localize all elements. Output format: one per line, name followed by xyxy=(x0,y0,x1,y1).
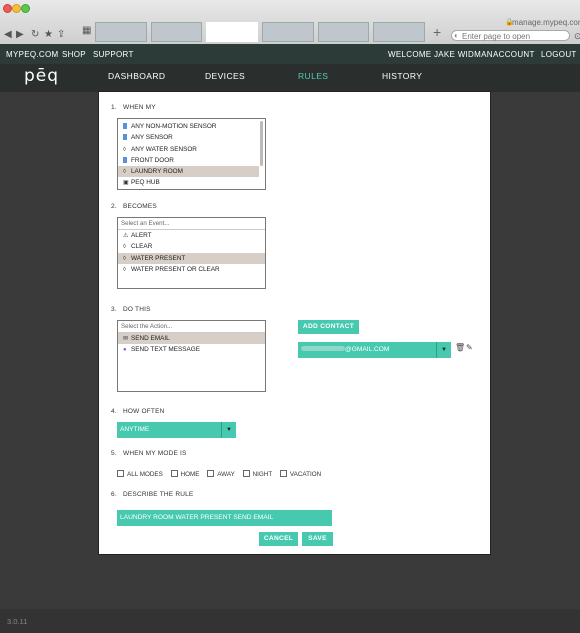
chat-icon: ● xyxy=(123,347,127,354)
tab-thumbnail[interactable] xyxy=(150,22,203,42)
mode-away-checkbox[interactable]: AWAY xyxy=(207,470,235,478)
nav-devices[interactable]: DEVICES xyxy=(205,71,245,81)
step-describe: 6. DESCRIBE THE RULE xyxy=(111,491,194,498)
save-button[interactable]: SAVE xyxy=(302,532,333,546)
grid-icon[interactable]: ▦ xyxy=(82,26,91,36)
chevron-down-icon[interactable]: ▼ xyxy=(221,422,236,438)
welcome-text: WELCOME JAKE WIDMAN xyxy=(388,50,493,59)
tab-thumbnail-active[interactable] xyxy=(206,22,259,42)
link-shop[interactable]: SHOP xyxy=(62,50,86,59)
action-list-header: Select the Action... xyxy=(118,321,265,333)
url-input[interactable]: Enter page to open xyxy=(451,30,570,41)
tab-thumbnails xyxy=(95,22,426,42)
event-list-header: Select an Event... xyxy=(118,218,265,230)
event-listbox[interactable]: Select an Event... ⚠ ALERT ◊ CLEAR ◊ WATER … xyxy=(117,217,266,289)
rule-description-input[interactable]: LAUNDRY ROOM WATER PRESENT SEND EMAIL xyxy=(117,510,332,526)
step-mode: 5. WHEN MY MODE IS xyxy=(111,450,187,457)
new-tab-icon[interactable]: + xyxy=(433,24,441,40)
minimize-window-button[interactable] xyxy=(12,4,21,13)
link-mypeq[interactable]: MYPEQ.COM xyxy=(6,50,58,59)
nav-dashboard[interactable]: DASHBOARD xyxy=(108,71,165,81)
step-do-this: 3. DO THIS xyxy=(111,306,151,313)
step-how-often: 4. HOW OFTEN xyxy=(111,408,165,415)
tab-thumbnail[interactable] xyxy=(373,22,426,42)
bookmark-star-icon[interactable]: ★ xyxy=(44,30,53,40)
rule-editor-panel: 1. WHEN MY ANY NON-MOTION SENSOR ANY SENS… xyxy=(99,92,490,554)
zoom-window-button[interactable] xyxy=(21,4,30,13)
step-when-my: 1. WHEN MY xyxy=(111,104,156,111)
frequency-select[interactable]: ANYTIME ▼ xyxy=(117,422,236,438)
hub-icon: ▣ xyxy=(123,180,129,187)
list-item-selected[interactable]: ◊ LAUNDRY ROOM xyxy=(118,166,259,178)
list-item-selected[interactable]: ◊ WATER PRESENT xyxy=(118,252,265,264)
browser-chrome: ◀ ▶ ↻ ★ ⇪ ▦ + 🔒 manage.mypeq.com Enter p… xyxy=(0,0,580,45)
search-icon: ◐ xyxy=(454,31,459,40)
list-item-selected[interactable]: ✉ SEND EMAIL xyxy=(118,333,265,345)
blue-square-icon xyxy=(123,156,127,163)
edit-pencil-icon[interactable]: ✎ xyxy=(466,343,473,352)
action-listbox[interactable]: Select the Action... ✉ SEND EMAIL ● SEND T… xyxy=(117,320,266,392)
main-nav: pēq DASHBOARD DEVICES RULES HISTORY xyxy=(0,64,580,92)
blue-square-icon xyxy=(123,134,127,141)
version-label: 3.0.11 xyxy=(7,617,28,626)
list-item[interactable]: ANY SENSOR xyxy=(118,132,265,143)
list-item[interactable]: ● SEND TEXT MESSAGE xyxy=(118,344,265,355)
link-account[interactable]: ACCOUNT xyxy=(493,50,535,59)
close-window-button[interactable] xyxy=(3,4,12,13)
site-topbar: MYPEQ.COM SHOP SUPPORT WELCOME JAKE WIDM… xyxy=(0,44,580,64)
link-support[interactable]: SUPPORT xyxy=(93,50,134,59)
share-icon[interactable]: ⇪ xyxy=(57,30,65,40)
step-becomes: 2. BECOMES xyxy=(111,203,157,210)
tab-thumbnail[interactable] xyxy=(317,22,370,42)
sensor-listbox[interactable]: ANY NON-MOTION SENSOR ANY SENSOR ◊ ANY WA… xyxy=(117,118,266,190)
mode-vacation-checkbox[interactable]: VACATION xyxy=(279,470,321,478)
blue-square-icon xyxy=(123,123,127,129)
list-item[interactable]: ◊ ANY WATER SENSOR xyxy=(118,144,265,155)
water-drop-icon: ◊ xyxy=(123,266,126,273)
cancel-button[interactable]: CANCEL xyxy=(259,532,298,546)
list-item[interactable]: ◊ CLEAR xyxy=(118,241,265,252)
contact-select[interactable]: @GMAIL.COM ▼ xyxy=(298,342,451,358)
mode-all-checkbox[interactable]: ALL MODES xyxy=(117,470,163,478)
list-item[interactable]: FRONT DOOR xyxy=(118,155,265,166)
page-footer: 3.0.11 xyxy=(0,609,580,633)
mode-night-checkbox[interactable]: NIGHT xyxy=(242,470,272,478)
back-icon[interactable]: ◀ xyxy=(4,30,12,40)
nav-history[interactable]: HISTORY xyxy=(382,71,422,81)
reload-icon[interactable]: ↻ xyxy=(31,30,39,40)
trash-icon[interactable]: 🗑 xyxy=(455,343,465,352)
link-logout[interactable]: LOGOUT xyxy=(541,50,577,59)
nav-rules[interactable]: RULES xyxy=(298,71,328,81)
peq-logo[interactable]: pēq xyxy=(24,66,59,86)
list-item[interactable]: ◊ WATER PRESENT OR CLEAR xyxy=(118,264,265,275)
forward-icon[interactable]: ▶ xyxy=(16,30,24,40)
url-hint: manage.mypeq.com xyxy=(512,18,580,27)
list-item[interactable]: ⚠ ALERT xyxy=(118,230,265,241)
tab-thumbnail[interactable] xyxy=(95,22,147,42)
mode-checkboxes: ALL MODES HOME AWAY NIGHT VACATION xyxy=(117,470,327,478)
list-item[interactable]: ▣ PEQ HUB xyxy=(118,177,265,188)
mode-home-checkbox[interactable]: HOME xyxy=(170,470,199,478)
redacted-email xyxy=(301,346,345,351)
chevron-down-icon[interactable]: ▼ xyxy=(436,342,451,358)
download-icon[interactable]: ⊙ xyxy=(574,31,580,42)
tab-thumbnail[interactable] xyxy=(262,22,314,42)
list-item[interactable]: ANY NON-MOTION SENSOR xyxy=(118,121,265,132)
add-contact-button[interactable]: ADD CONTACT xyxy=(298,320,359,334)
